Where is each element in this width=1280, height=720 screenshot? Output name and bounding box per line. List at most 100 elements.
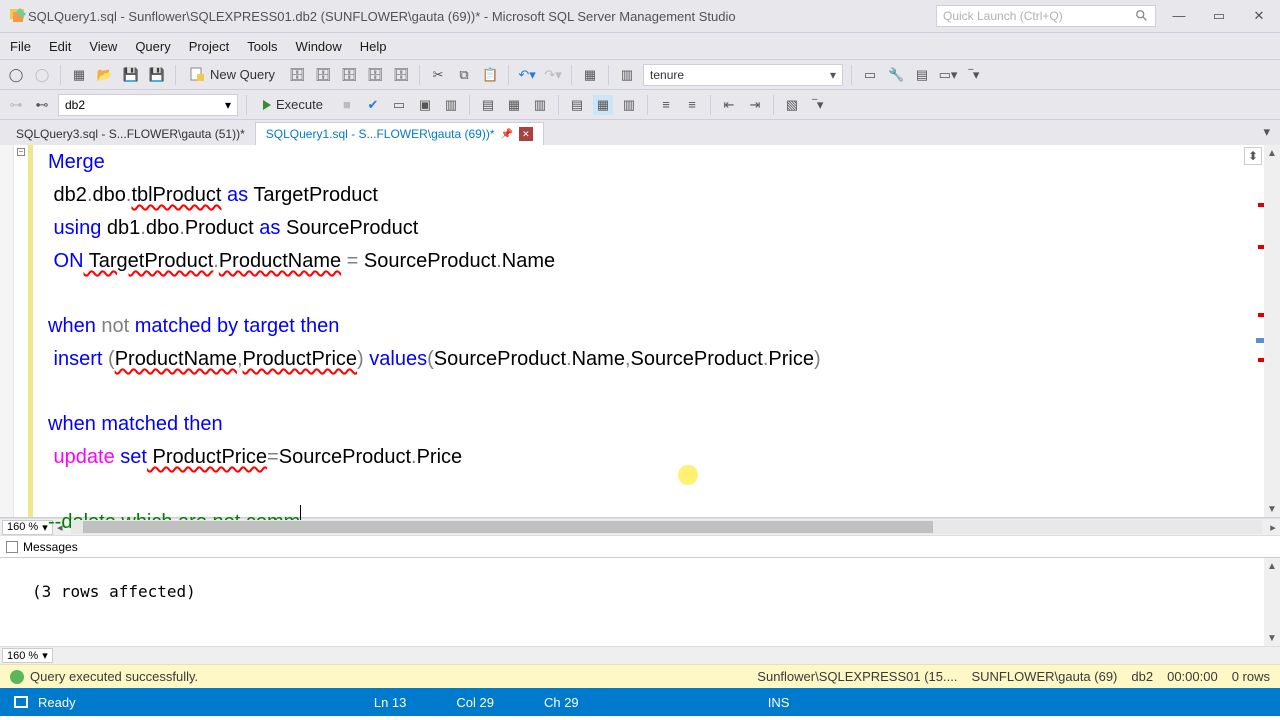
plan-icon[interactable]: ▭	[389, 95, 409, 115]
overflow-icon[interactable]: ‾▾	[964, 65, 984, 85]
activity-icon[interactable]: ▥	[617, 65, 637, 85]
db-engine-icon[interactable]: 🗄	[287, 65, 307, 85]
stop-icon[interactable]: ■	[337, 95, 357, 115]
close-button[interactable]: ✕	[1246, 8, 1272, 24]
database-combo-value: db2	[65, 98, 85, 112]
properties-icon[interactable]: ▦	[580, 65, 600, 85]
tool-wrench-icon[interactable]: 🔧	[886, 65, 906, 85]
editor-hscrollbar[interactable]	[71, 520, 1262, 534]
xmla-icon[interactable]: 🗄	[391, 65, 411, 85]
document-tab-1[interactable]: SQLQuery3.sql - S...FLOWER\gauta (51))*	[6, 122, 255, 145]
newquery-icon	[190, 67, 206, 83]
tool-icon-4[interactable]: ▭▾	[938, 65, 958, 85]
pin-icon[interactable]: 📌	[501, 129, 513, 140]
uncomment-icon[interactable]: ▦	[593, 95, 613, 115]
include-plan-icon[interactable]: ▥	[441, 95, 461, 115]
scroll-down-icon[interactable]: ▼	[1264, 630, 1280, 646]
redo-icon[interactable]: ↷▾	[543, 65, 563, 85]
window-title: SQLQuery1.sql - Sunflower\SQLEXPRESS01.d…	[28, 9, 936, 24]
document-tab-well: SQLQuery3.sql - S...FLOWER\gauta (51))* …	[0, 120, 1280, 145]
status-user: SUNFLOWER\gauta (69)	[971, 669, 1117, 684]
execute-label: Execute	[276, 97, 323, 112]
status-server: Sunflower\SQLEXPRESS01 (15....	[757, 669, 957, 684]
tool-icon-1[interactable]: ▭	[860, 65, 880, 85]
zoom-combo[interactable]: 160 %▾	[2, 520, 53, 535]
outdent-lines-icon[interactable]: ≡	[656, 95, 676, 115]
specify-values-icon[interactable]: ⇤	[719, 95, 739, 115]
results-text-icon[interactable]: ▤	[478, 95, 498, 115]
status-ch: Ch 29	[544, 695, 579, 710]
results-file-icon[interactable]: ▥	[530, 95, 550, 115]
messages-tab[interactable]: Messages	[0, 536, 1280, 558]
menu-edit[interactable]: Edit	[49, 39, 71, 54]
copy-icon[interactable]: ⧉	[454, 65, 474, 85]
document-tab-2[interactable]: SQLQuery1.sql - S...FLOWER\gauta (69))* …	[255, 122, 544, 145]
maximize-button[interactable]: ▭	[1206, 8, 1232, 24]
messages-tab-label: Messages	[23, 540, 78, 554]
menu-bar: File Edit View Query Project Tools Windo…	[0, 33, 1280, 60]
back-icon[interactable]: ◯	[6, 65, 26, 85]
code-editor[interactable]: − ⬍ Merge db2.dbo.tblProduct as TargetPr…	[0, 145, 1280, 518]
comment-icon[interactable]: ▤	[567, 95, 587, 115]
analysis-icon[interactable]: 🗄	[313, 65, 333, 85]
menu-query[interactable]: Query	[135, 39, 170, 54]
change-conn-icon[interactable]: ⊷	[32, 95, 52, 115]
quick-launch-input[interactable]: Quick Launch (Ctrl+Q)	[936, 5, 1156, 27]
database-combo[interactable]: db2 ▾	[58, 94, 238, 116]
chevron-down-icon: ▾	[830, 68, 836, 82]
mdx-icon[interactable]: 🗄	[339, 65, 359, 85]
search-combo[interactable]: tenure ▾	[643, 64, 843, 86]
minimize-button[interactable]: —	[1166, 8, 1192, 24]
mouse-cursor-highlight	[678, 465, 698, 485]
menu-view[interactable]: View	[89, 39, 117, 54]
messages-vscrollbar[interactable]: ▲ ▼	[1264, 558, 1280, 646]
messages-icon	[6, 541, 18, 553]
editor-vscrollbar[interactable]: ▲ ▼	[1264, 145, 1280, 517]
zoom-combo-messages[interactable]: 160 % ▾	[2, 648, 53, 663]
scroll-right-icon[interactable]: ▸	[1266, 521, 1280, 534]
tabs-dropdown-icon[interactable]: ▾	[1263, 124, 1270, 140]
status-elapsed: 00:00:00	[1167, 669, 1218, 684]
sqlcmd-icon[interactable]: ▣	[415, 95, 435, 115]
open-icon[interactable]: 📂	[95, 65, 115, 85]
status-line: Ln 13	[374, 695, 407, 710]
execute-button[interactable]: Execute	[255, 97, 331, 112]
forward-icon[interactable]: ◯	[32, 65, 52, 85]
messages-pane[interactable]: (3 rows affected) ▲ ▼	[0, 558, 1280, 646]
menu-window[interactable]: Window	[296, 39, 342, 54]
status-rowcount: 0 rows	[1232, 669, 1270, 684]
connect-icon[interactable]: ⊶	[6, 95, 26, 115]
new-item-icon[interactable]: ▦	[69, 65, 89, 85]
new-query-button[interactable]: New Query	[184, 67, 281, 83]
code-text[interactable]: Merge db2.dbo.tblProduct as TargetProduc…	[48, 145, 1262, 538]
hscroll-thumb[interactable]	[83, 521, 933, 533]
overflow2-icon[interactable]: ‾▾	[808, 95, 828, 115]
sql-toolbar: ⊶ ⊷ db2 ▾ Execute ■ ✔ ▭ ▣ ▥ ▤ ▦ ▥ ▤ ▦ ▥ …	[0, 90, 1280, 120]
cancel-icon[interactable]: ▧	[782, 95, 802, 115]
dmx-icon[interactable]: 🗄	[365, 65, 385, 85]
tool-icon-3[interactable]: ▤	[912, 65, 932, 85]
chevron-down-icon: ▾	[42, 649, 48, 662]
parse-icon[interactable]: ✔	[363, 95, 383, 115]
menu-tools[interactable]: Tools	[247, 39, 277, 54]
menu-help[interactable]: Help	[360, 39, 387, 54]
template-icon[interactable]: ⇥	[745, 95, 765, 115]
saveall-icon[interactable]: 💾	[147, 65, 167, 85]
menu-project[interactable]: Project	[189, 39, 229, 54]
zoom-value-messages: 160 %	[7, 650, 38, 662]
status-insert-mode: INS	[768, 695, 790, 710]
save-icon[interactable]: 💾	[121, 65, 141, 85]
paste-icon[interactable]: 📋	[480, 65, 500, 85]
outlining-margin: −	[14, 145, 28, 517]
scroll-down-icon[interactable]: ▼	[1264, 501, 1280, 517]
indent-lines-icon[interactable]: ≡	[682, 95, 702, 115]
menu-file[interactable]: File	[10, 39, 31, 54]
scroll-up-icon[interactable]: ▲	[1264, 558, 1280, 574]
close-tab-icon[interactable]: ✕	[519, 127, 533, 141]
scroll-up-icon[interactable]: ▲	[1264, 145, 1280, 161]
indent-icon[interactable]: ▥	[619, 95, 639, 115]
cut-icon[interactable]: ✂	[428, 65, 448, 85]
undo-icon[interactable]: ↶▾	[517, 65, 537, 85]
fold-toggle-icon[interactable]: −	[17, 148, 25, 156]
results-grid-icon[interactable]: ▦	[504, 95, 524, 115]
